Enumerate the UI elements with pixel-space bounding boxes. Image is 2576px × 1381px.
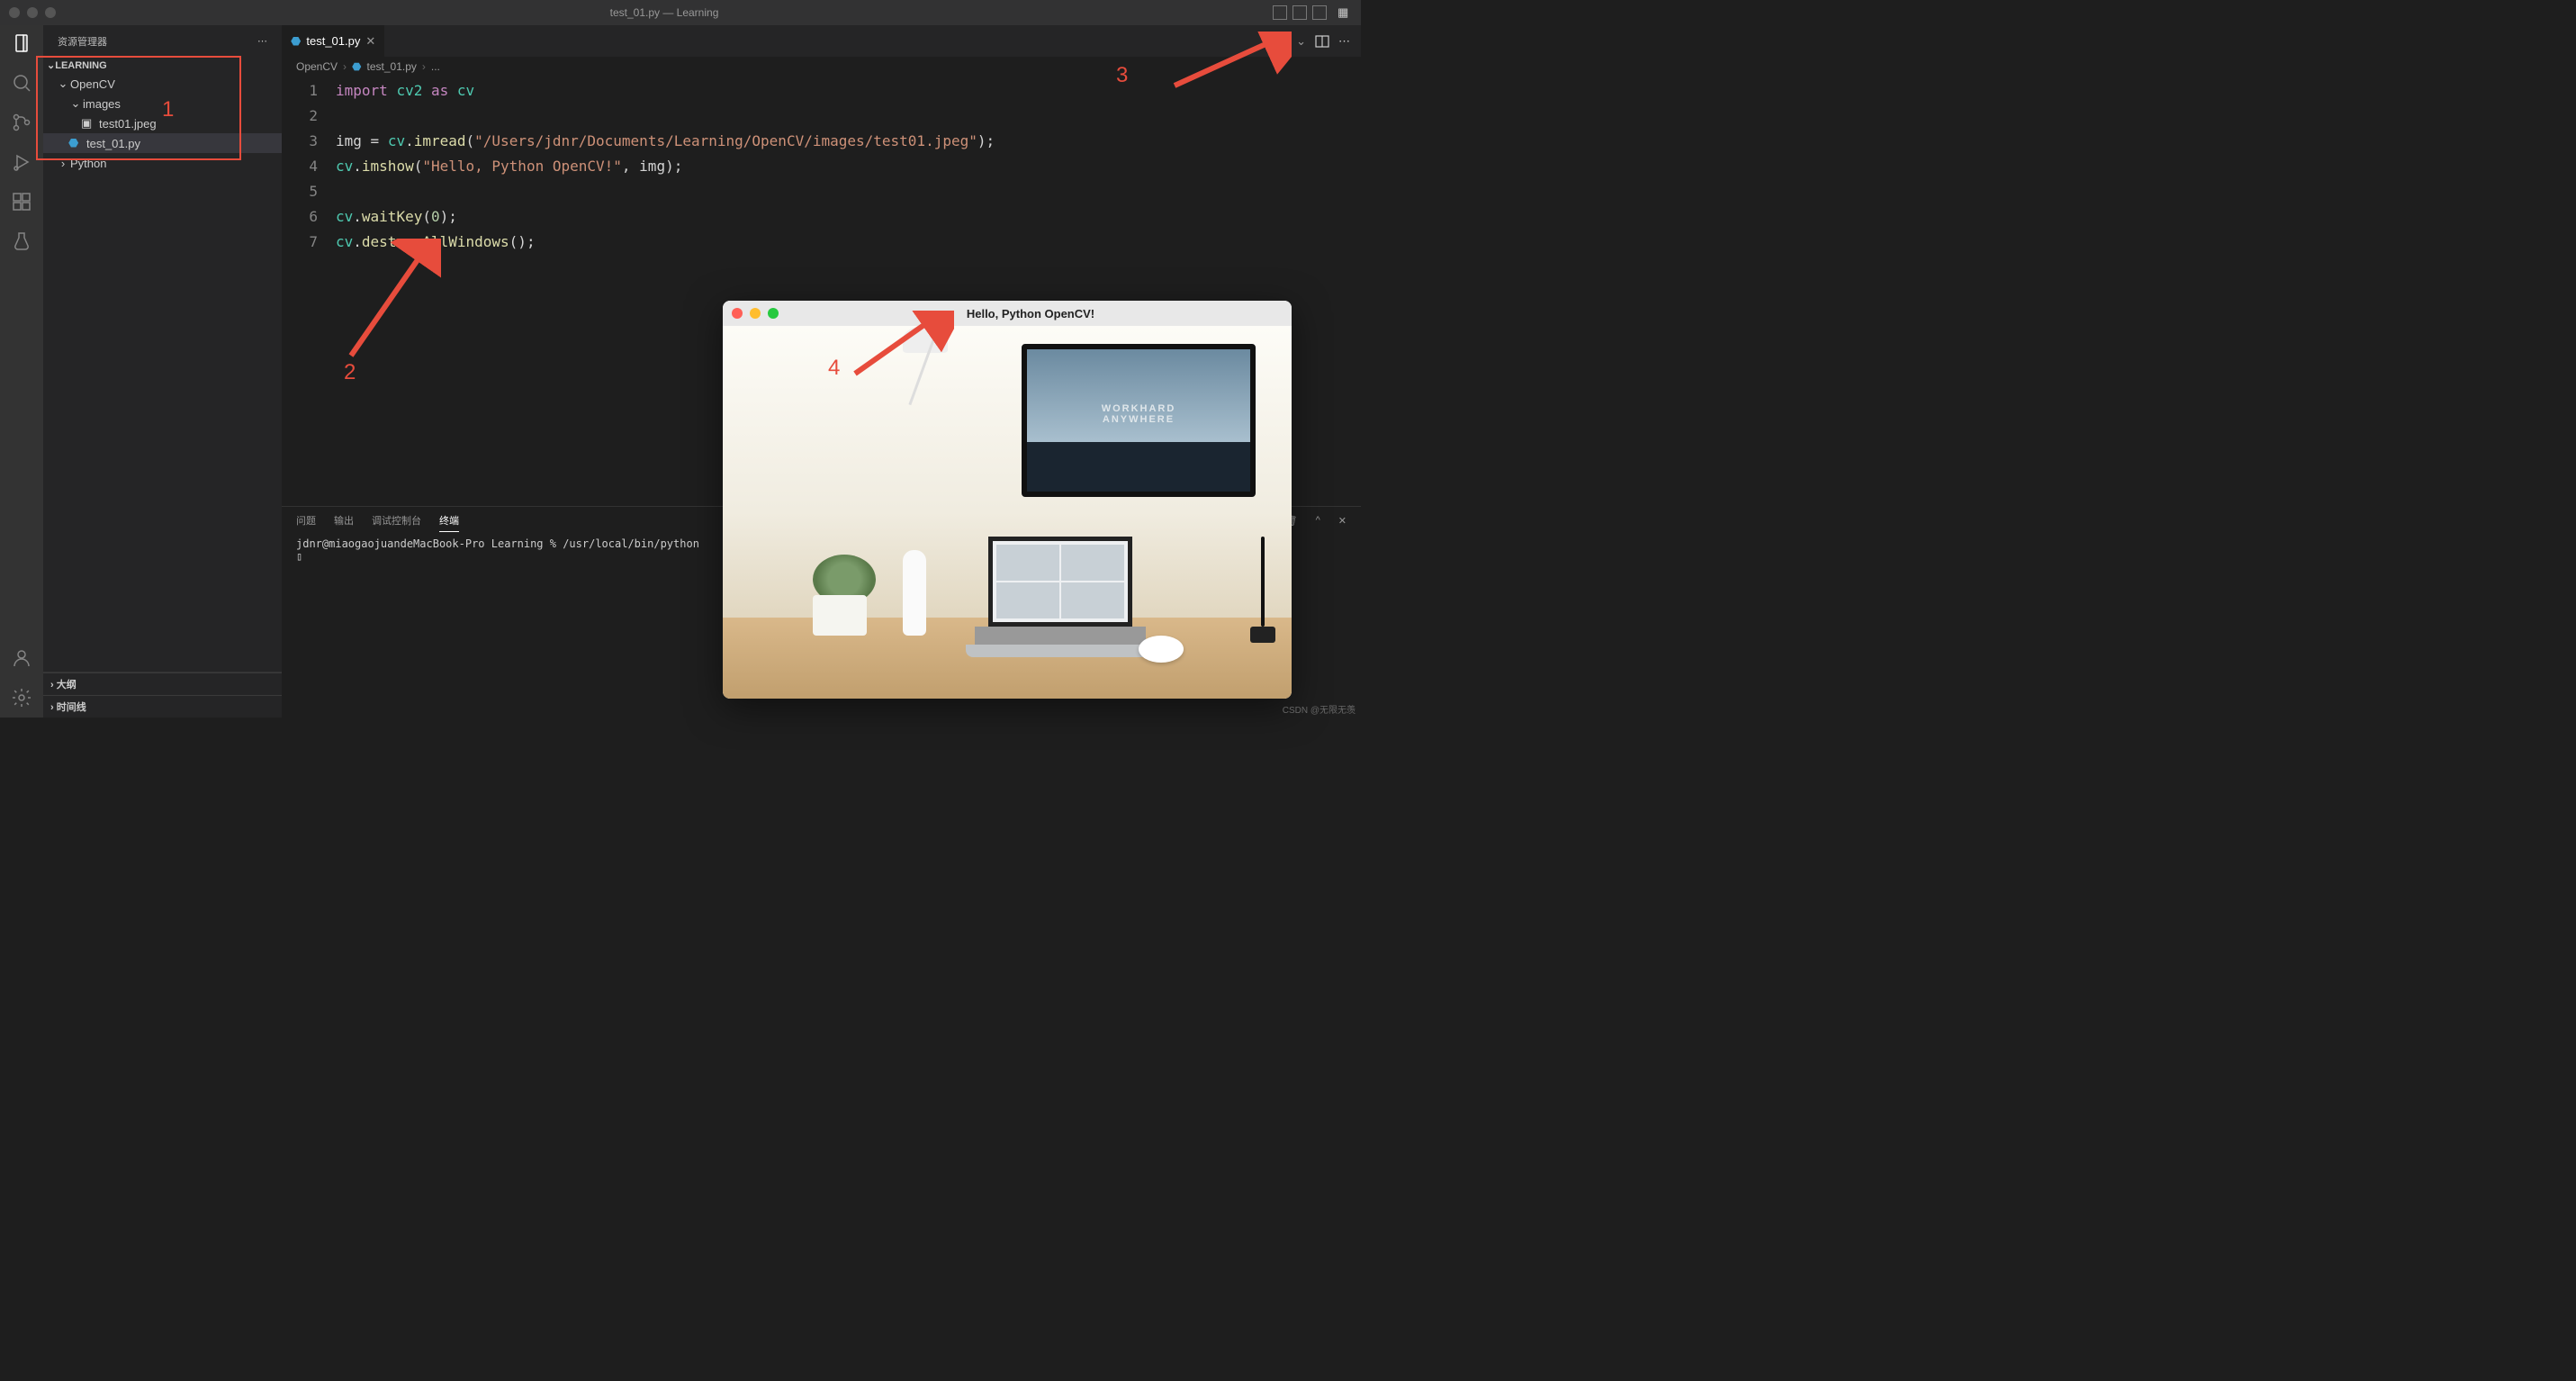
run-play-icon[interactable]: [1273, 34, 1287, 49]
tab-test01-py[interactable]: ⬣ test_01.py ✕: [282, 25, 385, 57]
sidebar-header: 资源管理器 ⋯: [43, 25, 282, 57]
tab-label: test_01.py: [306, 34, 360, 48]
split-editor-icon[interactable]: [1315, 34, 1329, 49]
imgwin-titlebar: Hello, Python OpenCV!: [723, 301, 1292, 326]
more-icon[interactable]: ⋯: [257, 35, 267, 47]
editor-tabs: ⬣ test_01.py ✕ ⌄ ⋯: [282, 25, 1361, 57]
panel-toggle-icon[interactable]: [1312, 5, 1327, 20]
line-number: 7: [282, 230, 318, 255]
tab-terminal[interactable]: 终端: [439, 510, 459, 532]
breadcrumb-item[interactable]: ...: [431, 60, 440, 73]
tree-label: images: [83, 97, 121, 111]
file-test01-py[interactable]: ⬣test_01.py: [43, 133, 282, 153]
breadcrumb-item[interactable]: test_01.py: [367, 60, 417, 73]
token: cv: [336, 208, 353, 225]
line-number: 6: [282, 204, 318, 230]
line-number: 4: [282, 154, 318, 179]
close-dot[interactable]: [732, 308, 743, 319]
min-dot[interactable]: [27, 7, 38, 18]
close-panel-icon[interactable]: ✕: [1338, 515, 1347, 527]
line-number: 1: [282, 78, 318, 104]
breadcrumb-item[interactable]: OpenCV: [296, 60, 338, 73]
line-number: 3: [282, 129, 318, 154]
tab-output[interactable]: 输出: [334, 510, 354, 531]
line-gutter: 1 2 3 4 5 6 7: [282, 78, 336, 506]
token: "/Users/jdnr/Documents/Learning/OpenCV/i…: [474, 132, 977, 149]
source-control-icon[interactable]: [11, 112, 32, 133]
min-dot[interactable]: [750, 308, 761, 319]
token: imread: [414, 132, 466, 149]
window-title: test_01.py — Learning: [56, 6, 1273, 19]
imgwin-title: Hello, Python OpenCV!: [779, 307, 1283, 320]
python-file-icon: ⬣: [68, 136, 83, 150]
outline-section[interactable]: › 大纲: [43, 672, 282, 695]
extensions-icon[interactable]: [11, 191, 32, 212]
tree-label: OpenCV: [70, 77, 115, 91]
panel-toggle-icon[interactable]: [1293, 5, 1307, 20]
tree-label: test_01.py: [86, 137, 140, 150]
explorer-sidebar: 资源管理器 ⋯ ⌄LEARNING ⌄OpenCV ⌄images ▣ test0…: [43, 25, 282, 718]
close-dot[interactable]: [9, 7, 20, 18]
python-file-icon: ⬣: [352, 60, 361, 73]
folder-opencv[interactable]: ⌄OpenCV: [43, 74, 282, 94]
settings-gear-icon[interactable]: [11, 687, 32, 709]
more-icon[interactable]: ⋯: [1338, 34, 1350, 49]
tab-problems[interactable]: 问题: [296, 510, 316, 531]
token: cv: [457, 82, 474, 99]
section-label: 大纲: [57, 680, 77, 690]
traffic-lights: [9, 7, 56, 18]
run-debug-icon[interactable]: [11, 151, 32, 173]
chevron-up-icon[interactable]: ^: [1316, 515, 1320, 526]
token: img: [639, 158, 665, 175]
account-icon[interactable]: [11, 647, 32, 669]
layout-grid-icon[interactable]: ▦: [1338, 5, 1352, 20]
token: cv2: [396, 82, 422, 99]
tree-label: Python: [70, 157, 106, 170]
image-content: [723, 326, 1292, 699]
tab-debug-console[interactable]: 调试控制台: [372, 510, 421, 531]
panel-toggle-icon[interactable]: [1273, 5, 1287, 20]
file-test01-jpeg[interactable]: ▣ test01.jpeg: [43, 113, 282, 133]
max-dot[interactable]: [768, 308, 779, 319]
image-file-icon: ▣: [81, 116, 95, 131]
token: =: [362, 132, 388, 149]
python-file-icon: ⬣: [291, 34, 301, 49]
timeline-section[interactable]: › 时间线: [43, 695, 282, 718]
token: import: [336, 82, 388, 99]
line-number: 2: [282, 104, 318, 129]
testing-icon[interactable]: [11, 230, 32, 252]
breadcrumb[interactable]: OpenCV› ⬣ test_01.py› ...: [282, 57, 1361, 77]
run-dropdown-icon[interactable]: ⌄: [1296, 34, 1306, 49]
token: 0: [431, 208, 440, 225]
folder-python[interactable]: ›Python: [43, 153, 282, 173]
token: cv: [336, 158, 353, 175]
activity-bar: [0, 25, 43, 718]
token: as: [431, 82, 448, 99]
watermark: CSDN @无限无羡: [1283, 702, 1356, 716]
workspace-root[interactable]: ⌄LEARNING: [43, 57, 282, 74]
token: imshow: [362, 158, 414, 175]
title-bar: test_01.py — Learning ▦: [0, 0, 1361, 25]
close-icon[interactable]: ✕: [365, 34, 375, 49]
workspace-label: LEARNING: [55, 60, 106, 71]
file-tree: ⌄LEARNING ⌄OpenCV ⌄images ▣ test01.jpeg ⬣…: [43, 57, 282, 672]
token: cv: [388, 132, 405, 149]
explorer-icon[interactable]: [11, 32, 32, 54]
max-dot[interactable]: [45, 7, 56, 18]
token: "Hello, Python OpenCV!": [422, 158, 622, 175]
token: cv: [336, 233, 353, 250]
sidebar-title: 资源管理器: [58, 34, 107, 49]
folder-images[interactable]: ⌄images: [43, 94, 282, 113]
tree-label: test01.jpeg: [99, 117, 157, 131]
section-label: 时间线: [57, 702, 86, 713]
token: destroyAllWindows: [362, 233, 509, 250]
line-number: 5: [282, 179, 318, 204]
token: img: [336, 132, 362, 149]
search-icon[interactable]: [11, 72, 32, 94]
opencv-image-window[interactable]: Hello, Python OpenCV!: [723, 301, 1292, 699]
token: waitKey: [362, 208, 422, 225]
layout-controls: ▦: [1273, 5, 1352, 20]
